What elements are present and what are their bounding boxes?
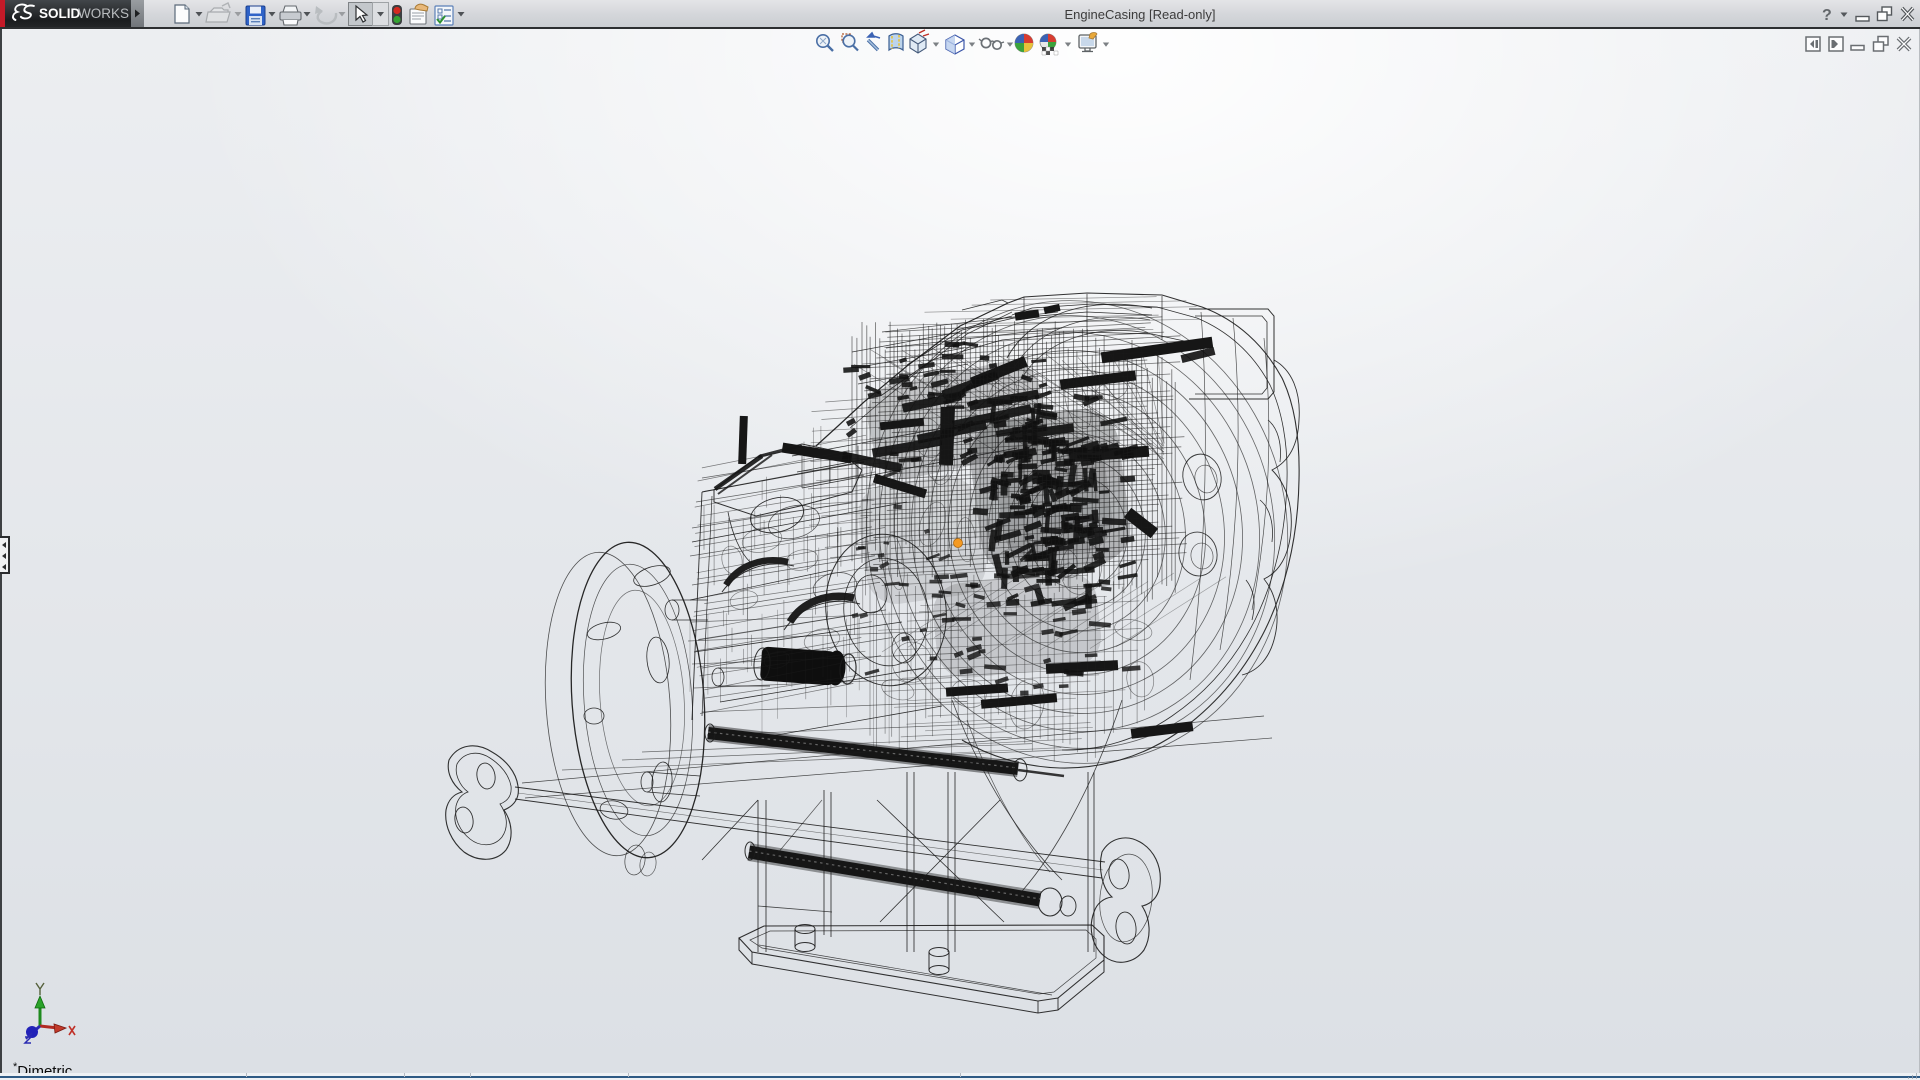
svg-text:?: ? bbox=[1822, 7, 1832, 24]
